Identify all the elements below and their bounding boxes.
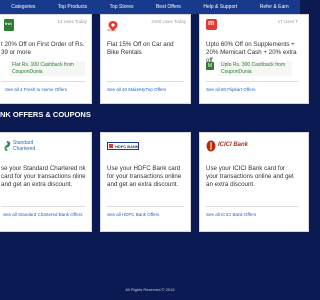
footer-copyright: All Rights Reserved © 2015	[125, 287, 175, 292]
standard-chartered-icon	[4, 141, 11, 151]
uses-today-label: 2150 Uses Today	[151, 19, 186, 24]
top-navbar: Categories Top Products Top Stores Best …	[0, 0, 300, 14]
nav-top-stores[interactable]: Top Stores	[110, 4, 134, 10]
icici-bank-logo: ICICI Bank	[206, 139, 256, 155]
bank-offer-card[interactable]: Standard Chartered se your Standard Char…	[0, 132, 92, 232]
see-all-link[interactable]: See all 40 MakeMyTrip Offers	[107, 87, 166, 92]
card-divider	[206, 81, 298, 82]
card-divider	[107, 81, 184, 82]
see-all-link[interactable]: See all HDFC Bank Offers	[107, 212, 159, 217]
see-all-link[interactable]: See all 4 Fresh to Home Offers	[5, 87, 67, 92]
icici-emblem-icon	[206, 140, 216, 152]
nav-categories[interactable]: Categories	[11, 4, 35, 10]
cashback-badge: Upto Rs. 300 Cashback from CouponDunia	[218, 61, 292, 76]
cashback-badge: Flat Rs. 100 Cashback from CouponDunia	[9, 61, 85, 76]
offer-card[interactable]: 2150 Uses Today drivezy Flat 15% Off on …	[100, 14, 191, 104]
uses-today-label: 17 Uses T	[277, 19, 298, 24]
fresh-to-home-logo: frsh	[4, 19, 14, 31]
card-divider	[1, 206, 85, 207]
nav-refer-earn[interactable]: Refer & Earn	[260, 4, 289, 10]
hdfc-square-icon	[109, 144, 113, 148]
see-all-link[interactable]: See all Standard Chartered Bank Offers	[3, 212, 82, 217]
see-all-link[interactable]: See all ICICI Bank Offers	[206, 212, 256, 217]
bank-offer-card[interactable]: ICICI Bank Use your ICICI Bank card for …	[199, 132, 309, 232]
bank-offer-card[interactable]: HDFC BANK Use your HDFC Bank card for yo…	[100, 132, 191, 232]
offer-title[interactable]: t 20% Off on First Order of Rs. 39 or mo…	[1, 41, 89, 57]
see-all-link[interactable]: See all 80 Flipkart Offers	[206, 87, 255, 92]
bank-offer-description[interactable]: se your Standard Chartered nk card for y…	[1, 165, 91, 189]
card-divider	[1, 81, 85, 82]
nav-top-products[interactable]: Top Products	[58, 4, 87, 10]
bank-offer-description[interactable]: Use your ICICI Bank card for your transa…	[206, 165, 294, 189]
offer-card[interactable]: 12 Uses Today frsh t 20% Off on First Or…	[0, 14, 92, 104]
bank-offer-description[interactable]: Use your HDFC Bank card for your transac…	[107, 165, 189, 189]
offer-card[interactable]: 17 Uses T m Upto 60% Off on Supplements …	[199, 14, 309, 104]
nav-help-support[interactable]: Help & Support	[203, 4, 237, 10]
uses-today-label: 12 Uses Today	[57, 19, 87, 24]
card-divider	[107, 206, 184, 207]
offer-title[interactable]: Flat 15% Off on Car and Bike Rentals	[107, 41, 187, 57]
drivezy-logo: drivezy	[107, 18, 119, 33]
nav-best-offers[interactable]: Best Offers	[156, 4, 181, 10]
standard-chartered-logo: Standard Chartered	[3, 139, 63, 155]
supplement-store-logo: m	[206, 19, 217, 30]
card-divider	[206, 206, 298, 207]
merchant-icon: M	[206, 62, 214, 70]
hdfc-bank-logo: HDFC BANK	[107, 142, 139, 150]
bank-offers-heading: NK OFFERS & COUPONS	[0, 110, 91, 119]
